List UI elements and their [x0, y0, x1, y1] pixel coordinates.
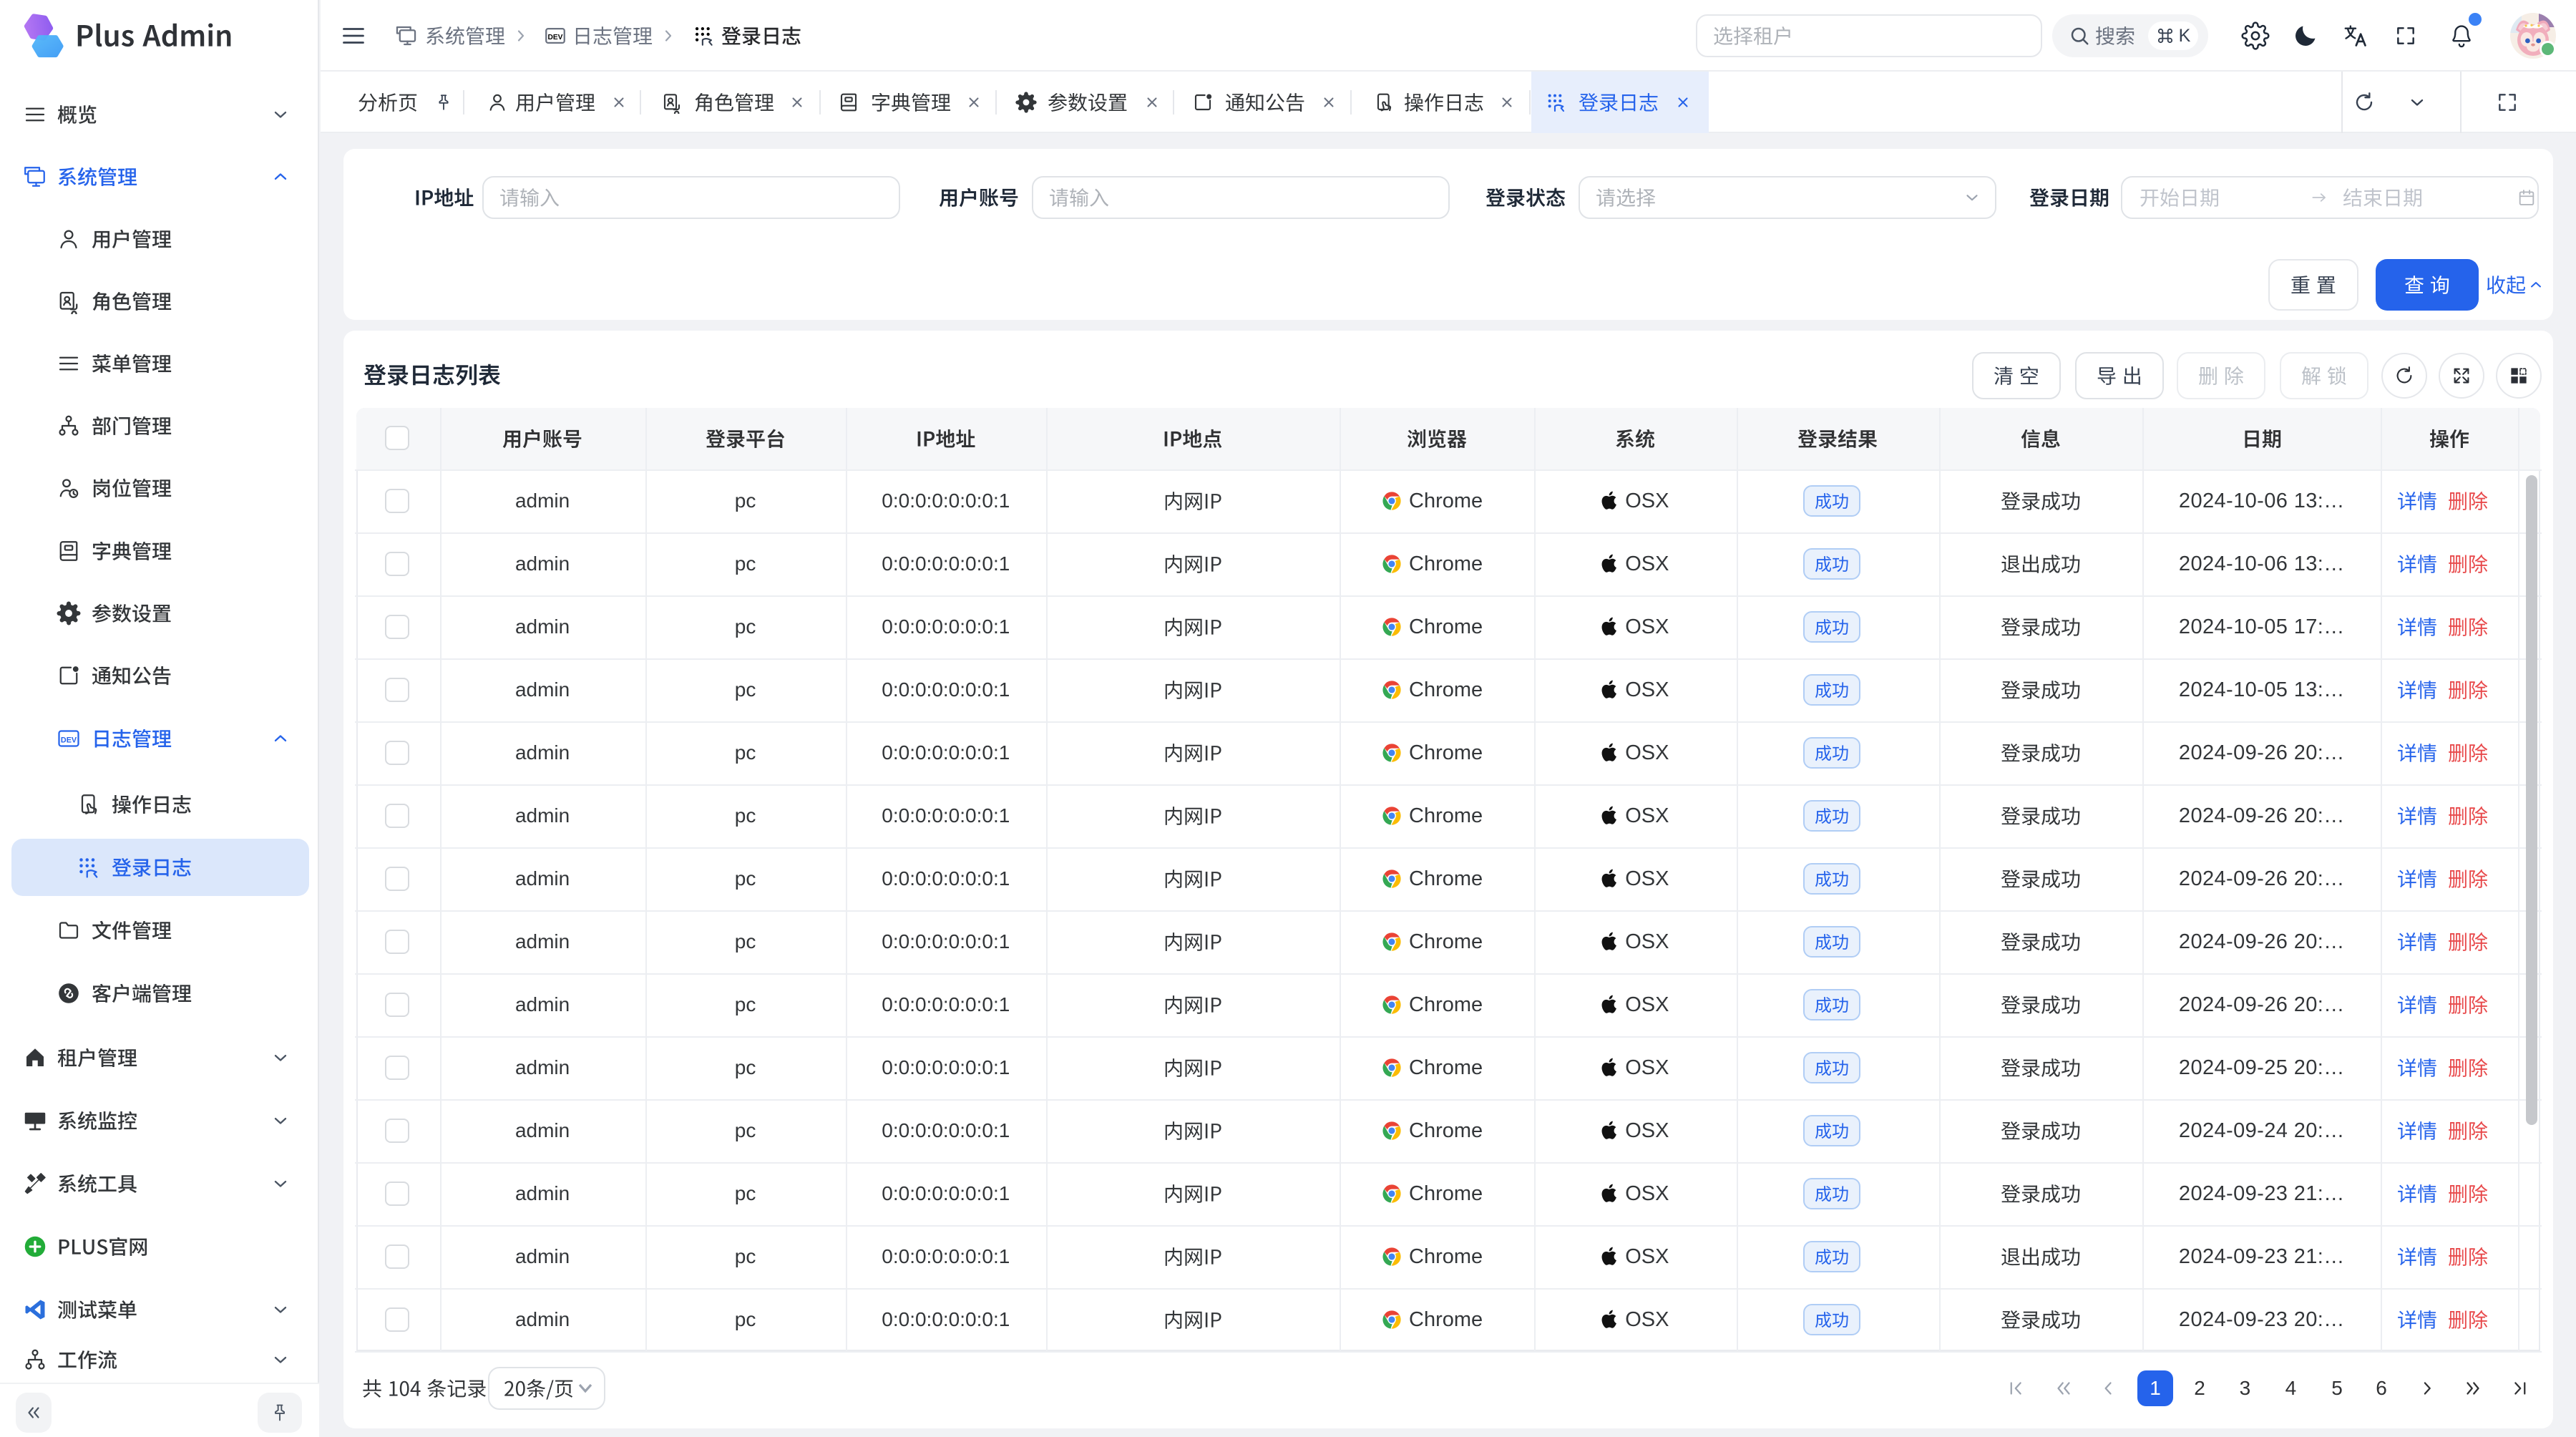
svg-text:DEV: DEV: [61, 736, 77, 744]
svg-text:DEV: DEV: [548, 34, 563, 42]
